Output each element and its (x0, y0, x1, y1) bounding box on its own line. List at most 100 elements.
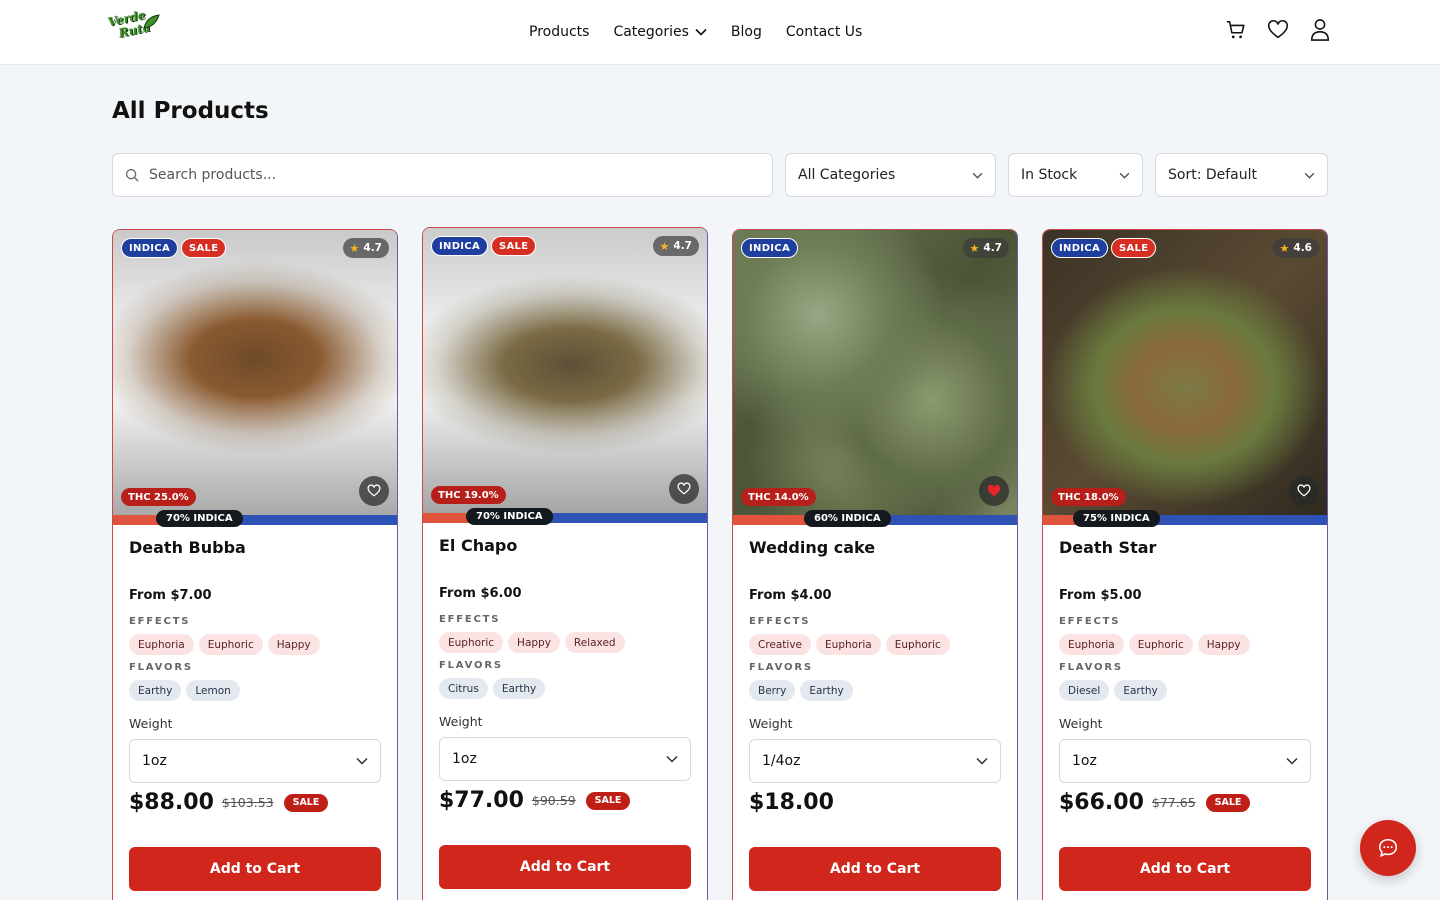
product-card[interactable]: INDICA ★ 4.7 THC 14.0% 60% INDICA Wedding cak… (732, 229, 1018, 900)
effects-list: Euphoria Euphoric Happy (129, 634, 320, 655)
flavor-chip: Earthy (129, 680, 182, 701)
current-price: $18.00 (749, 790, 834, 815)
effect-chip: Euphoric (1128, 634, 1193, 655)
favorite-button[interactable] (979, 476, 1009, 506)
flavors-label: FLAVORS (129, 662, 193, 673)
flavors-label: FLAVORS (749, 662, 813, 673)
cart-icon[interactable] (1224, 17, 1248, 43)
product-name[interactable]: Death Bubba (129, 538, 246, 557)
add-to-cart-button[interactable]: Add to Cart (749, 847, 1001, 891)
heart-icon (677, 480, 691, 499)
strain-badge: INDICA (1051, 238, 1108, 258)
heart-icon[interactable] (1266, 17, 1290, 43)
header-actions (1224, 17, 1332, 43)
original-price: $90.59 (531, 793, 576, 808)
add-to-cart-button[interactable]: Add to Cart (129, 847, 381, 891)
sort-select-value: Sort: Default (1168, 167, 1258, 183)
effect-chip: Euphoria (129, 634, 194, 655)
rating-badge: ★ 4.6 (1272, 238, 1319, 258)
favorite-button[interactable] (359, 476, 389, 506)
weight-label: Weight (1059, 716, 1103, 731)
rating-badge: ★ 4.7 (962, 238, 1009, 258)
product-name[interactable]: Wedding cake (749, 538, 875, 557)
price-row: $77.00 $90.59 SALE (439, 788, 631, 813)
product-image[interactable] (423, 228, 707, 513)
nav-contact[interactable]: Contact Us (786, 24, 862, 40)
search-input[interactable] (149, 167, 709, 183)
product-image[interactable] (1043, 230, 1327, 515)
effects-label: EFFECTS (439, 614, 501, 625)
flavors-label: FLAVORS (1059, 662, 1123, 673)
nav-categories[interactable]: Categories (613, 24, 707, 40)
flavor-chip: Diesel (1059, 680, 1110, 701)
weight-select[interactable]: 1oz (129, 739, 381, 783)
search-bar[interactable] (112, 153, 773, 197)
favorite-button[interactable] (669, 474, 699, 504)
from-price: From $4.00 (749, 588, 832, 603)
product-name[interactable]: El Chapo (439, 536, 517, 555)
chat-button[interactable] (1360, 820, 1416, 876)
effects-list: Euphoric Happy Relaxed (439, 632, 625, 653)
weight-select-value: 1oz (452, 751, 477, 767)
nav-products[interactable]: Products (529, 24, 589, 40)
ratio-label: 75% INDICA (1073, 510, 1160, 527)
strain-badge: INDICA (741, 238, 798, 258)
flavor-chip: Berry (749, 680, 796, 701)
sale-pill: SALE (1205, 793, 1251, 812)
add-to-cart-button[interactable]: Add to Cart (1059, 847, 1311, 891)
price-row: $66.00 $77.65 SALE (1059, 790, 1251, 815)
original-price: $77.65 (1151, 795, 1196, 810)
site-header: Verde Ruta Products Categories Blog Cont… (0, 0, 1440, 65)
heart-icon (367, 482, 381, 501)
add-to-cart-button[interactable]: Add to Cart (439, 845, 691, 889)
user-icon[interactable] (1308, 17, 1332, 43)
effects-label: EFFECTS (749, 616, 811, 627)
favorite-button[interactable] (1289, 476, 1319, 506)
main-nav: Products Categories Blog Contact Us (529, 0, 862, 64)
effect-chip: Creative (749, 634, 812, 655)
product-card[interactable]: INDICA SALE ★ 4.7 THC 19.0% 70% INDICA El Chap… (422, 227, 708, 900)
sale-badge: SALE (181, 238, 227, 258)
chevron-down-icon (1286, 757, 1298, 765)
product-name[interactable]: Death Star (1059, 538, 1156, 557)
chevron-down-icon (666, 755, 678, 763)
heart-icon (987, 482, 1001, 501)
nav-blog[interactable]: Blog (731, 24, 762, 40)
thc-badge: THC 14.0% (741, 488, 816, 506)
leaf-icon (143, 14, 160, 29)
weight-select[interactable]: 1/4oz (749, 739, 1001, 783)
price-row: $18.00 (749, 790, 834, 815)
weight-select[interactable]: 1oz (439, 737, 691, 781)
page-title: All Products (112, 98, 269, 124)
weight-label: Weight (129, 716, 173, 731)
weight-select-value: 1oz (1072, 753, 1097, 769)
chevron-down-icon (1304, 172, 1315, 179)
effect-chip: Happy (508, 632, 560, 653)
ratio-label: 70% INDICA (156, 510, 243, 527)
sort-select[interactable]: Sort: Default (1155, 153, 1328, 197)
product-card[interactable]: INDICA SALE ★ 4.6 THC 18.0% 75% INDICA Death S… (1042, 229, 1328, 900)
ratio-label: 70% INDICA (466, 508, 553, 525)
star-icon: ★ (969, 241, 980, 255)
category-select[interactable]: All Categories (785, 153, 996, 197)
thc-badge: THC 25.0% (121, 488, 196, 506)
rating-badge: ★ 4.7 (342, 238, 389, 258)
weight-select[interactable]: 1oz (1059, 739, 1311, 783)
strain-badge: INDICA (121, 238, 178, 258)
original-price: $103.53 (221, 795, 274, 810)
category-select-value: All Categories (798, 167, 896, 183)
stock-select[interactable]: In Stock (1008, 153, 1143, 197)
product-card[interactable]: INDICA SALE ★ 4.7 THC 25.0% 70% INDICA Death B… (112, 229, 398, 900)
flavor-chip: Earthy (1114, 680, 1167, 701)
weight-select-value: 1oz (142, 753, 167, 769)
strain-badge: INDICA (431, 236, 488, 256)
effect-chip: Euphoric (198, 634, 263, 655)
product-image[interactable] (113, 230, 397, 515)
flavors-list: Citrus Earthy (439, 678, 546, 699)
chevron-down-icon (976, 757, 988, 765)
brand-logo[interactable]: Verde Ruta (106, 8, 162, 48)
effect-chip: Euphoric (885, 634, 950, 655)
flavor-chip: Lemon (186, 680, 240, 701)
weight-label: Weight (439, 714, 483, 729)
product-image[interactable] (733, 230, 1017, 515)
